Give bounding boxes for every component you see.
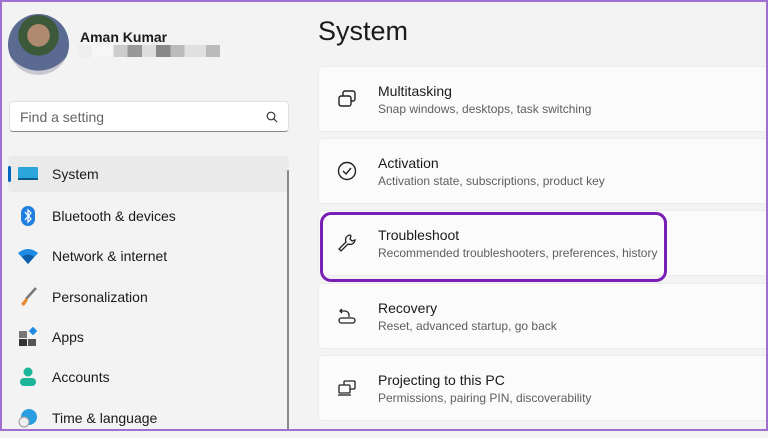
projecting-icon	[338, 380, 356, 396]
card-subtitle: Permissions, pairing PIN, discoverabilit…	[378, 390, 592, 405]
sidebar-item-bluetooth[interactable]: Bluetooth & devices	[8, 196, 289, 236]
sidebar-item-time-language[interactable]: Time & language	[8, 397, 289, 437]
card-subtitle: Reset, advanced startup, go back	[378, 318, 557, 333]
sidebar-item-network[interactable]: Network & internet	[8, 236, 289, 276]
highlight-annotation	[320, 212, 667, 282]
card-recovery[interactable]: Recovery Reset, advanced startup, go back	[318, 283, 768, 349]
sidebar-item-label: Personalization	[52, 288, 148, 305]
search-placeholder: Find a setting	[20, 108, 105, 125]
sidebar-item-label: Bluetooth & devices	[52, 208, 176, 225]
multitasking-icon	[338, 90, 356, 107]
sidebar-item-label: Network & internet	[52, 248, 168, 265]
card-subtitle: Activation state, subscriptions, product…	[378, 173, 605, 188]
page-title: System	[318, 16, 409, 46]
bluetooth-icon	[18, 206, 38, 227]
card-title: Recovery	[378, 299, 438, 316]
card-activation[interactable]: Activation Activation state, subscription…	[318, 138, 768, 204]
blurred-email	[78, 45, 220, 57]
globe-clock-icon	[18, 408, 38, 428]
wifi-icon	[18, 246, 38, 266]
card-multitasking[interactable]: Multitasking Snap windows, desktops, task…	[318, 66, 768, 132]
search-input[interactable]: Find a setting	[9, 101, 289, 132]
sidebar-nav: System Bluetooth & devices Network & int…	[8, 156, 289, 438]
avatar[interactable]	[8, 14, 69, 75]
recovery-icon	[338, 308, 356, 324]
system-icon	[18, 164, 38, 184]
apps-icon	[18, 327, 38, 347]
account-icon	[18, 367, 38, 387]
sidebar-item-label: Accounts	[52, 369, 110, 386]
check-circle-icon	[337, 161, 357, 181]
brush-icon	[18, 286, 38, 307]
card-title: Activation	[378, 154, 439, 171]
sidebar-item-label: Apps	[52, 329, 84, 346]
card-subtitle: Snap windows, desktops, task switching	[378, 101, 592, 116]
card-title: Projecting to this PC	[378, 371, 505, 388]
sidebar-scrollbar[interactable]	[287, 170, 289, 431]
user-name: Aman Kumar	[80, 29, 168, 45]
sidebar-item-accounts[interactable]: Accounts	[8, 357, 289, 397]
sidebar-item-label: System	[52, 166, 99, 182]
card-projecting[interactable]: Projecting to this PC Permissions, pairin…	[318, 355, 768, 421]
card-title: Multitasking	[378, 82, 452, 99]
sidebar-item-label: Time & language	[52, 409, 158, 426]
search-icon[interactable]	[266, 111, 278, 123]
sidebar-item-personalization[interactable]: Personalization	[8, 277, 289, 317]
sidebar-item-system[interactable]: System	[8, 156, 289, 192]
sidebar-item-apps[interactable]: Apps	[8, 317, 289, 357]
